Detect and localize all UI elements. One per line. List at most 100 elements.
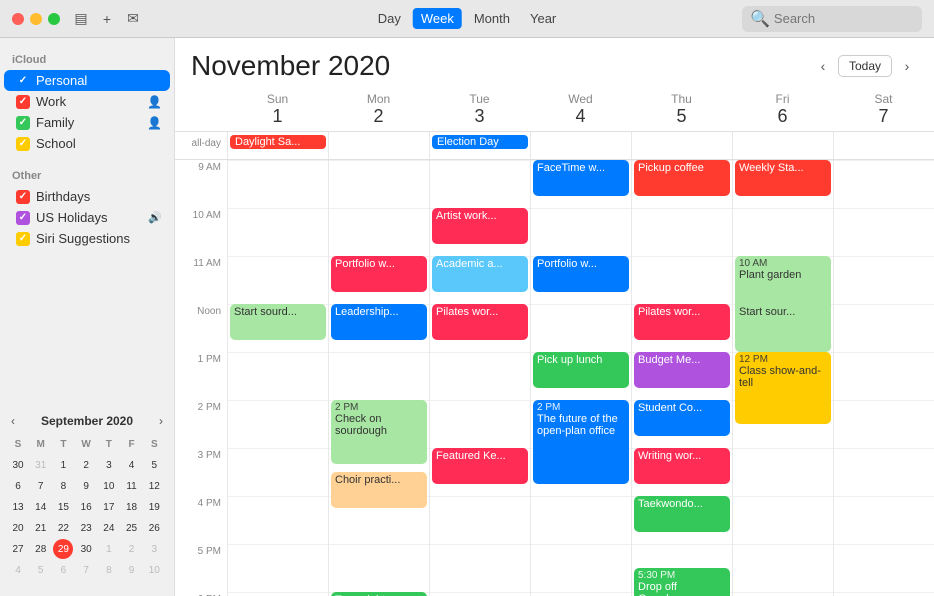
- search-input[interactable]: [774, 11, 914, 26]
- sidebar-toggle-icon[interactable]: ▤: [72, 10, 90, 28]
- event-block[interactable]: Portfolio w...: [331, 256, 427, 292]
- mini-cal-date[interactable]: 5: [144, 455, 164, 475]
- event-block[interactable]: Student Co...: [634, 400, 730, 436]
- event-block[interactable]: Pick up lunch: [533, 352, 629, 388]
- event-block[interactable]: 2 PMCheck on sourdough: [331, 400, 427, 464]
- family-checkbox[interactable]: [16, 116, 30, 130]
- event-block[interactable]: Academic a...: [432, 256, 528, 292]
- personal-checkbox[interactable]: [16, 74, 30, 88]
- sidebar-item-siri[interactable]: Siri Suggestions: [4, 228, 170, 249]
- siri-checkbox[interactable]: [16, 232, 30, 246]
- event-block[interactable]: Weekly Sta...: [735, 160, 831, 196]
- mini-cal-date[interactable]: 23: [76, 518, 96, 538]
- mini-cal-date[interactable]: 7: [76, 560, 96, 580]
- mini-cal-date[interactable]: 3: [144, 539, 164, 559]
- event-block[interactable]: Taco night: [331, 592, 427, 596]
- us-holidays-checkbox[interactable]: [16, 211, 30, 225]
- mini-cal-date[interactable]: 30: [76, 539, 96, 559]
- mini-cal-next[interactable]: ›: [156, 414, 166, 428]
- mini-cal-date[interactable]: 15: [53, 497, 73, 517]
- mini-cal-date[interactable]: 13: [8, 497, 28, 517]
- school-checkbox[interactable]: [16, 137, 30, 151]
- event-block[interactable]: Leadership...: [331, 304, 427, 340]
- mini-cal-date[interactable]: 22: [53, 518, 73, 538]
- mini-cal-prev[interactable]: ‹: [8, 414, 18, 428]
- mini-cal-date[interactable]: 8: [53, 476, 73, 496]
- sidebar-item-work[interactable]: Work 👤: [4, 91, 170, 112]
- allday-cell-fri: [732, 132, 833, 159]
- event-block[interactable]: Start sour...: [735, 304, 831, 340]
- mini-cal-date[interactable]: 9: [76, 476, 96, 496]
- event-block[interactable]: Pilates wor...: [432, 304, 528, 340]
- event-block[interactable]: Budget Me...: [634, 352, 730, 388]
- mini-cal-date[interactable]: 21: [31, 518, 51, 538]
- inbox-icon[interactable]: ✉: [124, 10, 142, 28]
- event-block[interactable]: FaceTime w...: [533, 160, 629, 196]
- week-view-button[interactable]: Week: [413, 8, 462, 29]
- mini-cal-date[interactable]: 27: [8, 539, 28, 559]
- event-block[interactable]: Artist work...: [432, 208, 528, 244]
- year-view-button[interactable]: Year: [522, 8, 564, 29]
- mini-cal-date[interactable]: 17: [99, 497, 119, 517]
- close-button[interactable]: [12, 13, 24, 25]
- mini-cal-date[interactable]: 14: [31, 497, 51, 517]
- cal-next-btn[interactable]: ›: [896, 55, 918, 77]
- mini-cal-date[interactable]: 2: [76, 455, 96, 475]
- sidebar-item-birthdays[interactable]: Birthdays: [4, 186, 170, 207]
- mini-cal-date[interactable]: 29: [53, 539, 73, 559]
- mini-cal-date[interactable]: 1: [99, 539, 119, 559]
- mini-cal-date[interactable]: 10: [144, 560, 164, 580]
- today-button[interactable]: Today: [838, 55, 892, 77]
- birthdays-checkbox[interactable]: [16, 190, 30, 204]
- event-block[interactable]: Pilates wor...: [634, 304, 730, 340]
- mini-cal-date[interactable]: 3: [99, 455, 119, 475]
- mini-cal-date[interactable]: 2: [122, 539, 142, 559]
- mini-cal-date[interactable]: 31: [31, 455, 51, 475]
- event-block[interactable]: Taekwondo...: [634, 496, 730, 532]
- event-block[interactable]: Portfolio w...: [533, 256, 629, 292]
- event-block[interactable]: 5:30 PMDrop off Grandma...: [634, 568, 730, 596]
- sidebar-item-school[interactable]: School: [4, 133, 170, 154]
- fullscreen-button[interactable]: [48, 13, 60, 25]
- mini-cal-date[interactable]: 4: [122, 455, 142, 475]
- mini-cal-date[interactable]: 12: [144, 476, 164, 496]
- election-day-event[interactable]: Election Day: [432, 135, 528, 149]
- mini-cal-date[interactable]: 25: [122, 518, 142, 538]
- sidebar-item-family[interactable]: Family 👤: [4, 112, 170, 133]
- mini-cal-date[interactable]: 20: [8, 518, 28, 538]
- mini-cal-date[interactable]: 28: [31, 539, 51, 559]
- mini-cal-date[interactable]: 11: [122, 476, 142, 496]
- work-checkbox[interactable]: [16, 95, 30, 109]
- mini-cal-date[interactable]: 5: [31, 560, 51, 580]
- daylight-saving-event[interactable]: Daylight Sa...: [230, 135, 326, 149]
- mini-cal-date[interactable]: 16: [76, 497, 96, 517]
- sidebar-item-us-holidays[interactable]: US Holidays 🔊: [4, 207, 170, 228]
- mini-cal-date[interactable]: 6: [8, 476, 28, 496]
- mini-cal-date[interactable]: 4: [8, 560, 28, 580]
- mini-cal-date[interactable]: 18: [122, 497, 142, 517]
- add-event-icon[interactable]: +: [98, 10, 116, 28]
- mini-cal-date[interactable]: 6: [53, 560, 73, 580]
- sidebar-item-personal[interactable]: Personal: [4, 70, 170, 91]
- minimize-button[interactable]: [30, 13, 42, 25]
- event-block[interactable]: Start sourd...: [230, 304, 326, 340]
- mini-cal-date[interactable]: 7: [31, 476, 51, 496]
- search-bar[interactable]: 🔍: [742, 6, 922, 32]
- mini-cal-date[interactable]: 9: [122, 560, 142, 580]
- event-block[interactable]: Writing wor...: [634, 448, 730, 484]
- event-block[interactable]: Featured Ke...: [432, 448, 528, 484]
- cal-prev-btn[interactable]: ‹: [812, 55, 834, 77]
- month-view-button[interactable]: Month: [466, 8, 518, 29]
- mini-cal-date[interactable]: 26: [144, 518, 164, 538]
- day-view-button[interactable]: Day: [370, 8, 409, 29]
- mini-cal-date[interactable]: 19: [144, 497, 164, 517]
- mini-cal-date[interactable]: 30: [8, 455, 28, 475]
- event-block[interactable]: Pickup coffee: [634, 160, 730, 196]
- mini-cal-date[interactable]: 8: [99, 560, 119, 580]
- mini-cal-date[interactable]: 10: [99, 476, 119, 496]
- event-block[interactable]: 2 PMThe future of the open-plan office: [533, 400, 629, 484]
- event-block[interactable]: 12 PMClass show-and-tell: [735, 352, 831, 424]
- mini-cal-date[interactable]: 24: [99, 518, 119, 538]
- event-block[interactable]: Choir practi...: [331, 472, 427, 508]
- mini-cal-date[interactable]: 1: [53, 455, 73, 475]
